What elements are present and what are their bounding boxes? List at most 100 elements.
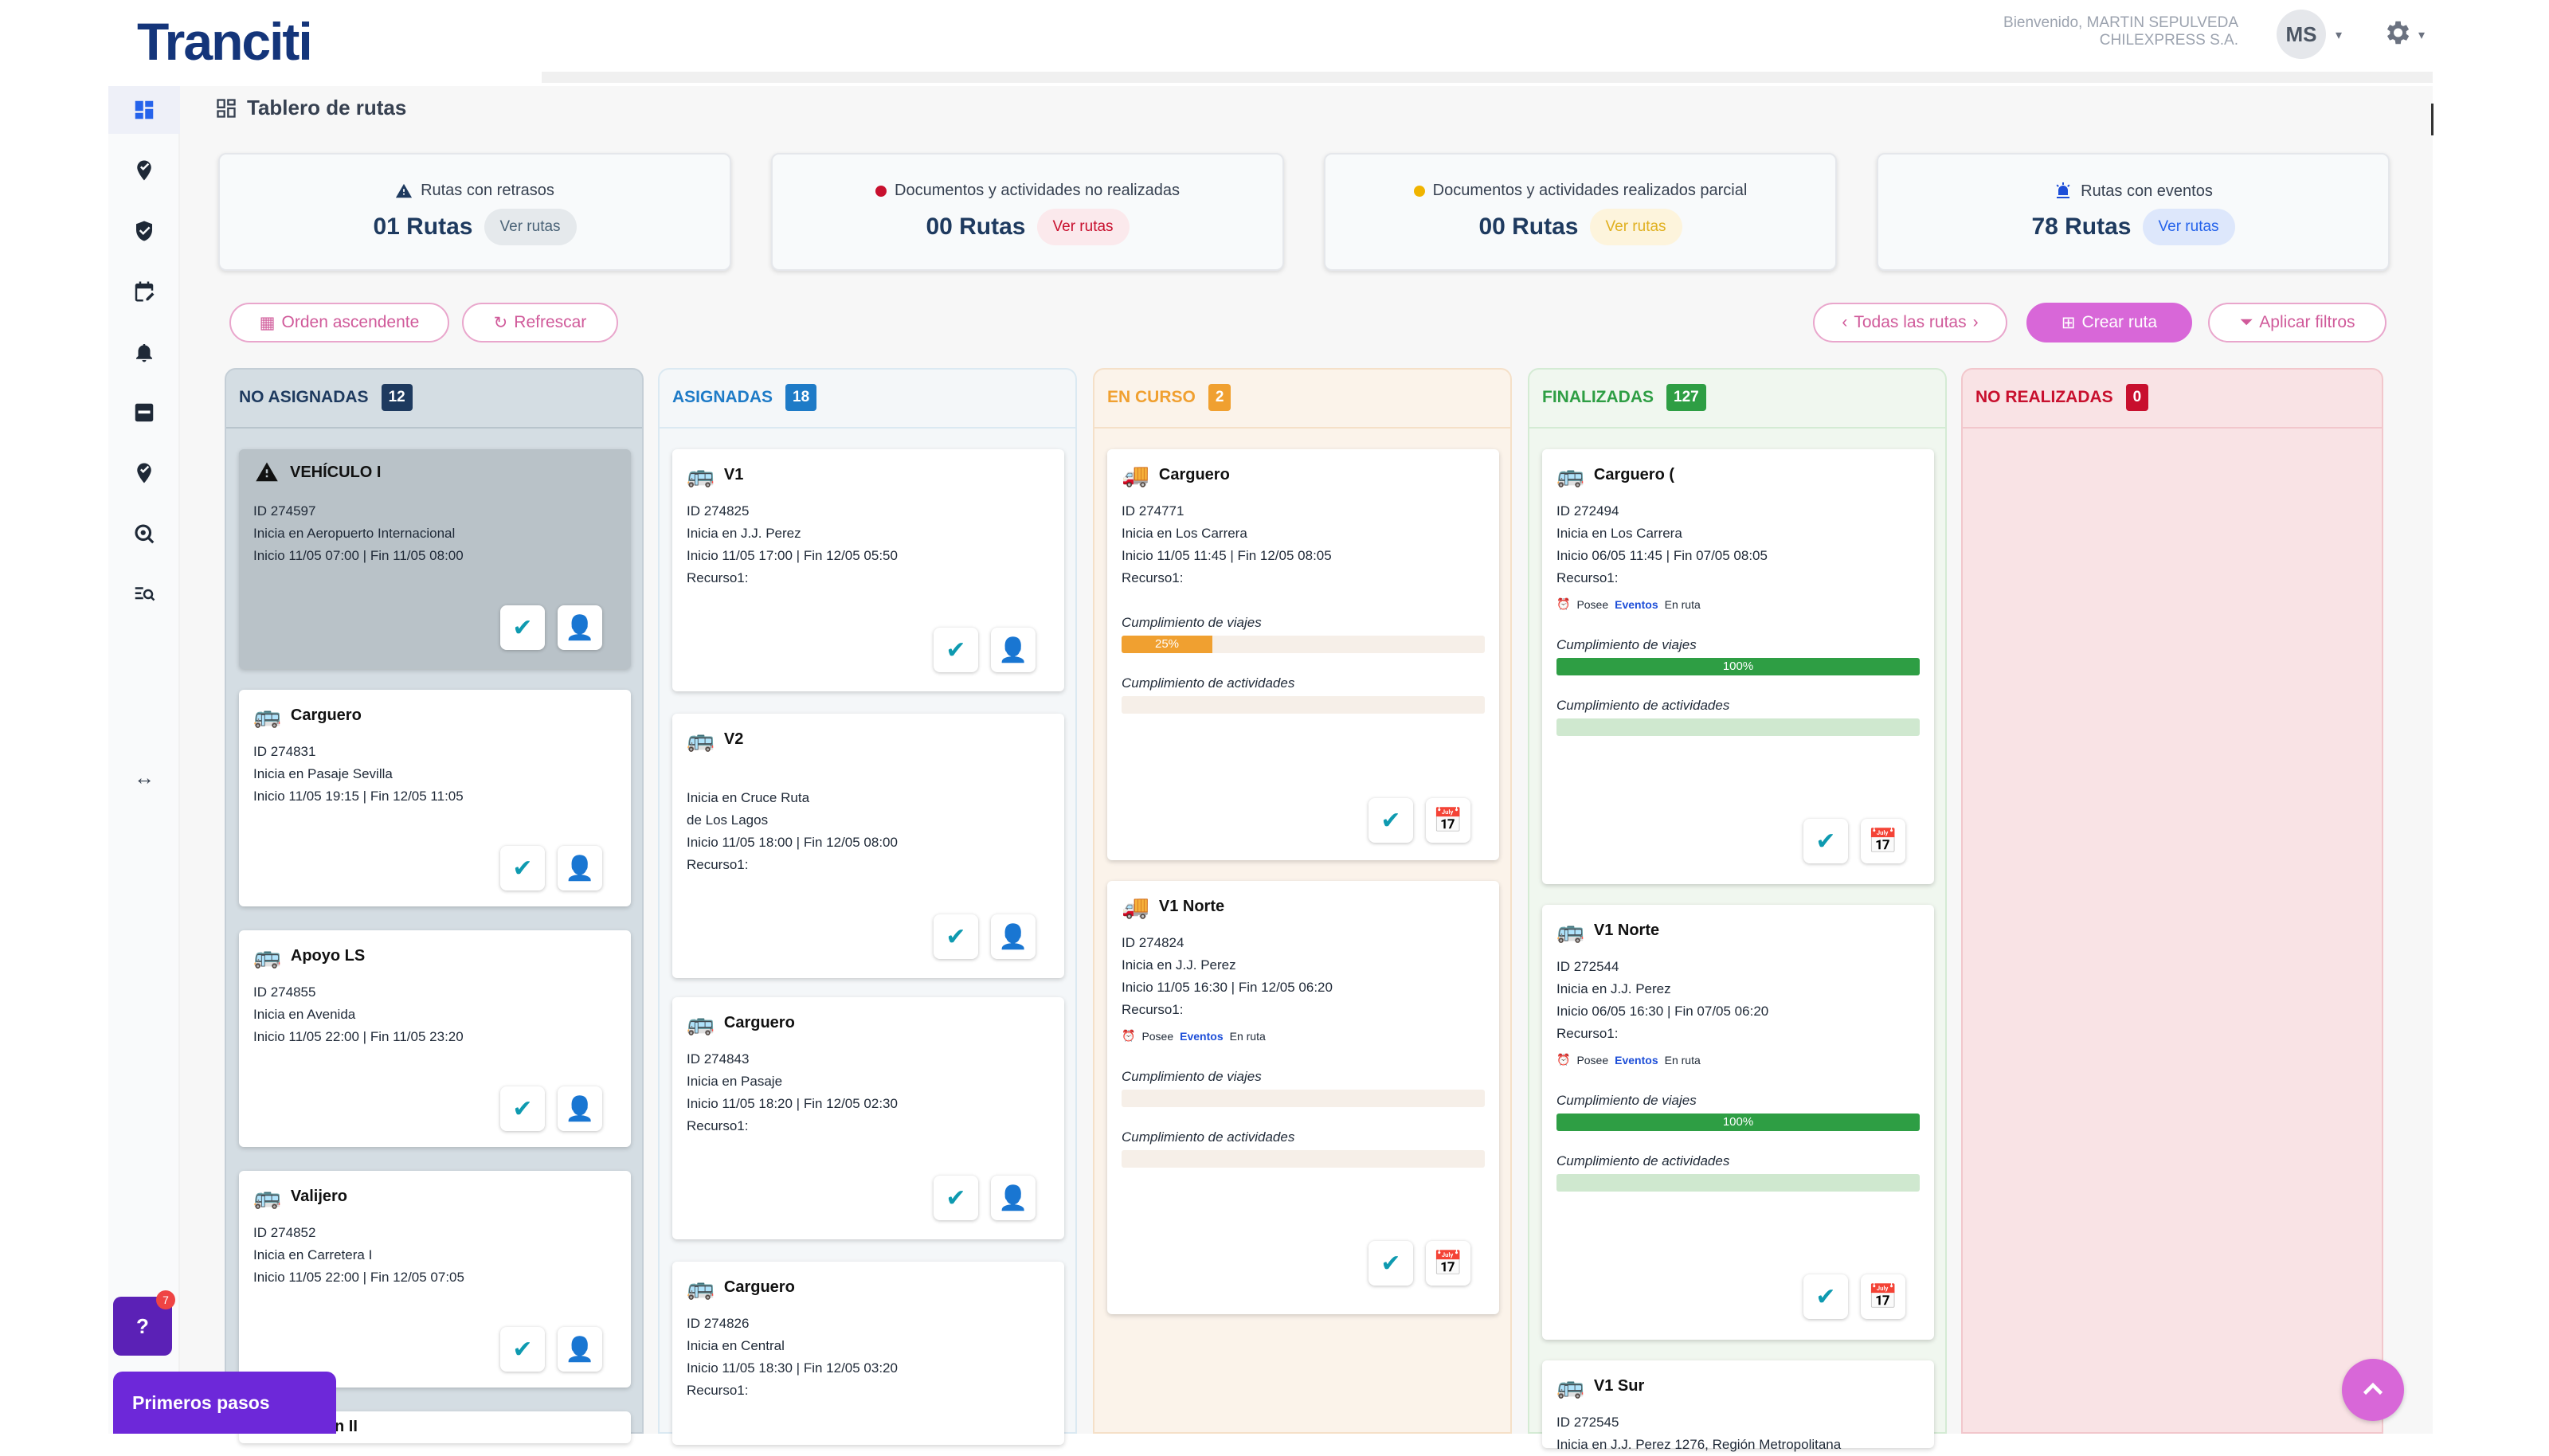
sidebar-item-security[interactable]: [108, 207, 180, 255]
route-card[interactable]: 🚚 Carguero ID 274771 Inicia en Los Carrera…: [1107, 449, 1499, 860]
route-card[interactable]: 🚌 Carguero ID 274831 Inicia en Pasaje Sevi…: [239, 690, 631, 906]
route-check-button[interactable]: ✔: [1803, 819, 1848, 863]
assign-user-button[interactable]: 👤: [558, 605, 602, 650]
all-routes-selector[interactable]: ‹ Todas las rutas ›: [1813, 303, 2007, 342]
route-check-button[interactable]: ✔: [1368, 798, 1413, 843]
route-check-icon: ✔: [1815, 1283, 1836, 1310]
sidebar-item-dashboard[interactable]: [108, 86, 180, 134]
calendar-edit-icon: 📅: [1433, 807, 1463, 834]
warning-icon: [395, 183, 413, 198]
chevron-left-icon[interactable]: ‹: [1842, 313, 1847, 332]
assign-user-button[interactable]: 👤: [991, 628, 1036, 672]
refresh-icon: ↻: [493, 313, 508, 332]
route-card[interactable]: 🚚 V1 Norte ID 274824 Inicia en J.J. Perez I…: [1107, 881, 1499, 1314]
activities-progress-bar: [1122, 696, 1485, 714]
create-route-button[interactable]: ⊞ Crear ruta: [2026, 303, 2192, 342]
refresh-button[interactable]: ↻ Refrescar: [462, 303, 618, 342]
user-menu-caret-icon[interactable]: ▾: [2336, 27, 2342, 43]
route-card[interactable]: 🚌 Carguero ID 274826 Inicia en Central Inic…: [672, 1262, 1064, 1445]
edit-schedule-button[interactable]: 📅: [1861, 1274, 1905, 1319]
avatar[interactable]: MS: [2277, 10, 2326, 59]
events-indicator[interactable]: ⏰ Posee Eventos En ruta: [1556, 597, 1701, 611]
kpi-not-done: Documentos y actividades no realizadas 0…: [771, 153, 1284, 271]
bus-route-icon: 🚌: [687, 1275, 715, 1300]
kpi-view-routes-link[interactable]: Ver rutas: [2142, 209, 2235, 245]
user-gear-icon: 👤: [998, 1184, 1028, 1211]
route-check-button[interactable]: ✔: [934, 1176, 978, 1220]
route-card[interactable]: 🚌 Carguero ID 274843 Inicia en Pasaje Inici…: [672, 997, 1064, 1239]
sidebar-item-calendar[interactable]: [108, 268, 180, 315]
plus-square-icon: ⊞: [2061, 313, 2076, 332]
route-card[interactable]: 🚌 V2 Inicia en Cruce Ruta de Los Lagos Inic…: [672, 714, 1064, 978]
route-check-button[interactable]: ✔: [500, 1327, 545, 1372]
report-icon: [135, 403, 154, 422]
edit-schedule-button[interactable]: 📅: [1426, 1241, 1470, 1286]
assign-user-button[interactable]: 👤: [558, 1327, 602, 1372]
sidebar-item-notifications[interactable]: [108, 328, 180, 376]
route-check-icon: [137, 160, 151, 181]
route-card[interactable]: 🚌 Apoyo LS ID 274855 Inicia en Avenida Inic…: [239, 930, 631, 1147]
route-check-button[interactable]: ✔: [500, 605, 545, 650]
kpi-view-routes-link[interactable]: Ver rutas: [1036, 209, 1130, 245]
route-check-button[interactable]: ✔: [934, 914, 978, 959]
calendar-edit-icon: 📅: [1868, 1283, 1898, 1310]
route-card[interactable]: 🚌 Carguero ( ID 272494 Inicia en Los Carre…: [1542, 449, 1934, 884]
scroll-to-top-button[interactable]: [2342, 1359, 2404, 1421]
route-check-button[interactable]: ✔: [500, 846, 545, 890]
kpi-value: 78 Rutas: [2031, 213, 2132, 240]
route-check-button[interactable]: ✔: [500, 1086, 545, 1131]
route-check-button[interactable]: ✔: [1368, 1241, 1413, 1286]
route-card[interactable]: 🚌 V1 Sur ID 272545 Inicia en J.J. Perez 12…: [1542, 1360, 1934, 1452]
activities-progress-bar: [1556, 1174, 1920, 1192]
sidebar: ↔: [108, 86, 180, 1434]
user-gear-icon: 👤: [998, 923, 1028, 950]
bus-route-icon: 🚌: [253, 703, 281, 728]
edit-schedule-button[interactable]: 📅: [1426, 798, 1470, 843]
settings-gear-icon[interactable]: [2382, 18, 2412, 52]
alarm-icon: ⏰: [1556, 1053, 1571, 1066]
route-card[interactable]: 🚌 V1 Norte ID 272544 Inicia en J.J. Perez I…: [1542, 905, 1934, 1340]
edit-schedule-button[interactable]: 📅: [1861, 819, 1905, 863]
user-gear-icon: 👤: [565, 1336, 595, 1363]
shield-icon: [136, 221, 152, 241]
sidebar-item-route-check[interactable]: [108, 449, 180, 497]
route-card[interactable]: VEHÍCULO I ID 274597 Inicia en Aeropuerto…: [239, 449, 631, 669]
route-check-icon: ✔: [946, 636, 966, 663]
settings-caret-icon[interactable]: ▾: [2418, 27, 2425, 43]
chevron-right-icon[interactable]: ›: [1973, 313, 1979, 332]
assign-user-button[interactable]: 👤: [991, 1176, 1036, 1220]
sidebar-item-routes[interactable]: [108, 147, 180, 194]
calendar-sort-icon: ▦: [259, 313, 276, 332]
route-check-icon: ✔: [1815, 828, 1836, 855]
kpi-view-routes-link[interactable]: Ver rutas: [1589, 209, 1682, 245]
route-check-button[interactable]: ✔: [934, 628, 978, 672]
kpi-value: 00 Rutas: [926, 213, 1026, 240]
order-ascending-button[interactable]: ▦ Orden ascendente: [229, 303, 449, 342]
events-indicator[interactable]: ⏰ Posee Eventos En ruta: [1556, 1053, 1701, 1067]
sidebar-expand-toggle[interactable]: ↔: [108, 753, 180, 801]
route-card[interactable]: 🚌 V1 ID 274825 Inicia en J.J. Perez Inicio …: [672, 449, 1064, 691]
alarm-icon: [2056, 182, 2070, 198]
trips-progress-fill: 100%: [1556, 1114, 1920, 1131]
route-card[interactable]: 🚌 Valijero ID 274852 Inicia en Carretera I…: [239, 1171, 631, 1388]
trips-progress-fill: 25%: [1122, 636, 1212, 653]
expand-arrows-icon: ↔: [134, 765, 155, 789]
sidebar-item-search-list[interactable]: [108, 570, 180, 618]
user-welcome: Bienvenido, MARTIN SEPULVEDA CHILEXPRESS…: [2003, 14, 2238, 49]
bus-route-icon: 🚌: [253, 1184, 281, 1209]
column-count-badge: 18: [785, 384, 817, 411]
first-steps-button[interactable]: Primeros pasos: [113, 1372, 336, 1434]
route-check-icon: ✔: [512, 1095, 533, 1122]
events-indicator[interactable]: ⏰ Posee Eventos En ruta: [1122, 1029, 1266, 1043]
sidebar-item-reports[interactable]: [108, 389, 180, 436]
assign-user-button[interactable]: 👤: [558, 1086, 602, 1131]
column-count-badge: 2: [1208, 384, 1231, 411]
kpi-view-routes-link[interactable]: Ver rutas: [484, 209, 577, 245]
tranciti-logo[interactable]: Tranciti: [137, 11, 313, 72]
route-check-button[interactable]: ✔: [1803, 1274, 1848, 1319]
assign-user-button[interactable]: 👤: [558, 846, 602, 890]
bus-route-icon: 🚌: [1556, 1374, 1584, 1399]
assign-user-button[interactable]: 👤: [991, 914, 1036, 959]
apply-filters-button[interactable]: ⏷ Aplicar filtros: [2208, 303, 2387, 342]
sidebar-item-tracking[interactable]: [108, 510, 180, 558]
